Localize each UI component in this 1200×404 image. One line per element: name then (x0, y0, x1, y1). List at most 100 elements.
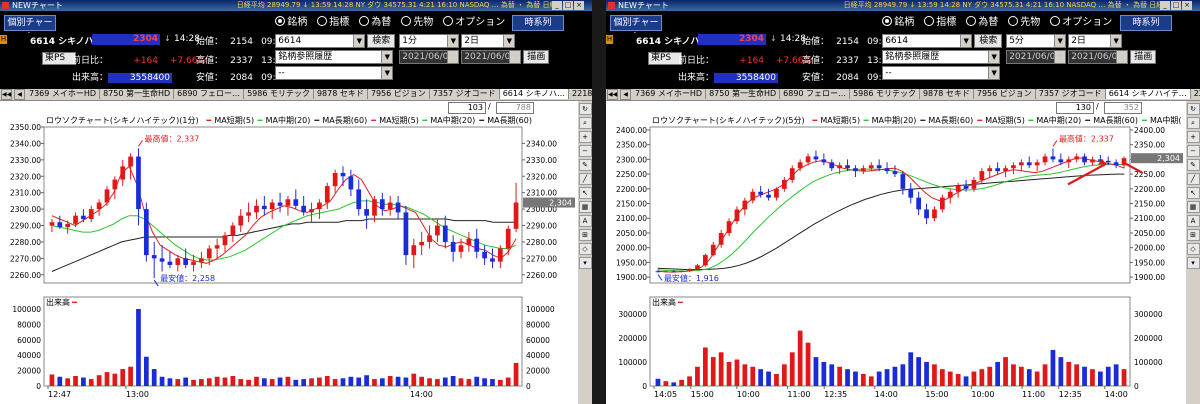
stock-tab-5[interactable]: 7956 ピジョン (974, 89, 1036, 99)
minimize-icon[interactable]: _ (1160, 1, 1170, 10)
scroll-down-icon[interactable]: ▾ (1186, 257, 1200, 269)
candlestick-chart[interactable]: ロウソクチャート(シキノハイテック)(1分) ━ MA短期(5) ━ MA中期(20) ━… (0, 113, 578, 404)
left-icon[interactable]: ◀ (14, 89, 25, 100)
date-from-combo[interactable]: 2021/06/01 ▼ (1006, 50, 1067, 64)
grid-icon[interactable]: ▦ (1186, 201, 1200, 213)
search-button[interactable]: 検索 (367, 34, 396, 48)
candlestick-chart[interactable]: ロウソクチャート(シキノハイテック)(5分) ━ MA短期(5) ━ MA中期(20) ━… (606, 113, 1186, 404)
pen-icon[interactable]: ✎ (1186, 159, 1200, 171)
zoom-in-icon[interactable]: + (1186, 131, 1200, 143)
candle-body (458, 245, 464, 252)
blank-combo[interactable]: -- ▼ (275, 66, 394, 80)
blank-combo[interactable]: -- ▼ (882, 66, 1001, 80)
date-from-combo[interactable]: 2021/06/01 ▼ (399, 50, 460, 64)
legend-marker-2: ━ (313, 116, 319, 125)
interval-combo[interactable]: 5分 ▼ (1006, 34, 1067, 48)
refresh-icon[interactable]: ↻ (1186, 103, 1200, 115)
radio-4[interactable]: オプション (1050, 16, 1112, 28)
line-icon[interactable]: ╱ (578, 173, 592, 185)
draw-button[interactable]: 描画 (523, 50, 550, 64)
timeseries-button[interactable]: 時系列 (1120, 15, 1172, 31)
stock-tab-8[interactable]: 2218 日糧パン (569, 89, 592, 99)
individual-chart-tab[interactable]: 個別チャート (4, 15, 56, 42)
span-combo[interactable]: 2日 ▼ (461, 34, 516, 48)
minimize-icon[interactable]: _ (552, 1, 562, 10)
chevron-down-icon: ▼ (503, 35, 515, 47)
radio-3[interactable]: 先物 (1008, 16, 1040, 28)
date-to-combo[interactable]: 2021/06/02 ▼ (461, 50, 522, 64)
stock-tab-3[interactable]: 5986 モリテック (850, 89, 920, 99)
stock-tab-1[interactable]: 8750 第一生命HD (100, 89, 175, 99)
radio-3[interactable]: 先物 (401, 16, 433, 28)
zoom-out-icon[interactable]: − (578, 145, 592, 157)
stock-tab-7[interactable]: 6614 シキノハ… (499, 89, 570, 99)
draw-button[interactable]: 描画 (1130, 50, 1157, 64)
radio-4[interactable]: オプション (443, 16, 505, 28)
history-combo[interactable]: 銘柄参照履歴 ▼ (882, 50, 1001, 64)
left-icon[interactable]: ◀ (620, 89, 631, 100)
span-combo[interactable]: 2日 ▼ (1068, 34, 1123, 48)
ruler-icon[interactable]: ⊞ (1186, 229, 1200, 241)
stock-tab-6[interactable]: 7357 ジオコード (1036, 89, 1106, 99)
search-button[interactable]: 検索 (974, 34, 1003, 48)
line-icon[interactable]: ╱ (1186, 173, 1200, 185)
stock-tab-5[interactable]: 7956 ピジョン (368, 89, 430, 99)
search-icon[interactable]: ⌕ (578, 117, 592, 129)
search-icon[interactable]: ⌕ (1186, 117, 1200, 129)
double-left-icon[interactable]: ◀◀ (607, 89, 618, 100)
grid-icon[interactable]: ▦ (578, 201, 592, 213)
candle-body (995, 168, 1001, 172)
stock-tab-2[interactable]: 6890 フェロー… (174, 89, 245, 99)
stock-tab-2[interactable]: 6890 フェロー… (780, 89, 851, 99)
stock-tab-0[interactable]: 7369 メイホーHD (632, 89, 707, 99)
zoom-out-icon[interactable]: − (1186, 145, 1200, 157)
stock-tab-1[interactable]: 8750 第一生命HD (706, 89, 781, 99)
scroll-down-icon[interactable]: ▾ (578, 257, 592, 269)
timeseries-button[interactable]: 時系列 (512, 15, 564, 31)
individual-chart-tab[interactable]: 個別チャート (610, 15, 662, 42)
window-titlebar[interactable]: NEWチャート 日経平均 28949.79 ↓ 13:59 14:28 NY ダウ… (0, 0, 592, 11)
vol-tick-right-1: 80000 (526, 320, 550, 329)
refresh-icon[interactable]: ↻ (578, 103, 592, 115)
volume-bar (797, 330, 803, 386)
stock-tab-4[interactable]: 9878 セキド (920, 89, 974, 99)
candle-body (513, 202, 519, 229)
maximize-icon[interactable]: □ (563, 1, 573, 10)
window-titlebar[interactable]: NEWチャート 日経平均 28949.79 ↓ 13:59 14:28 NY ダウ… (606, 0, 1200, 11)
interval-combo[interactable]: 1分 ▼ (399, 34, 460, 48)
ytick-label-left-9: 1950.00 (616, 258, 647, 267)
history-combo[interactable]: 銘柄参照履歴 ▼ (275, 50, 394, 64)
code-input[interactable]: 6614 ▼ (275, 34, 366, 48)
date-to-combo[interactable]: 2021/06/02 ▼ (1068, 50, 1129, 64)
text-icon[interactable]: A (1186, 215, 1200, 227)
cursor-icon[interactable]: ↖ (578, 187, 592, 199)
pen-icon[interactable]: ✎ (578, 159, 592, 171)
zoom-in-icon[interactable]: + (578, 131, 592, 143)
pointer-icon[interactable]: ◇ (578, 243, 592, 255)
volume-bar (348, 376, 354, 386)
text-icon[interactable]: A (578, 215, 592, 227)
radio-2[interactable]: 為替 (966, 16, 998, 28)
ytick-label-left-10: 1900.00 (616, 273, 647, 282)
radio-0[interactable]: 銘柄 (275, 16, 307, 28)
pointer-icon[interactable]: ◇ (1186, 243, 1200, 255)
stock-tab-3[interactable]: 5986 モリテック (244, 89, 314, 99)
legend-label-0: MA短期(5) (214, 115, 254, 125)
cursor-icon[interactable]: ↖ (1186, 187, 1200, 199)
volume-bar (73, 375, 78, 386)
radio-0[interactable]: 銘柄 (882, 16, 914, 28)
maximize-icon[interactable]: □ (1171, 1, 1181, 10)
stock-tab-7[interactable]: 6614 シキノハイテ… (1105, 89, 1191, 99)
stock-tab-8[interactable]: 2218 日糧パン (1191, 89, 1200, 99)
close-icon[interactable]: × (1182, 1, 1192, 10)
close-icon[interactable]: × (574, 1, 584, 10)
radio-1[interactable]: 指標 (317, 16, 349, 28)
stock-tab-6[interactable]: 7357 ジオコード (430, 89, 500, 99)
double-left-icon[interactable]: ◀◀ (1, 89, 12, 100)
radio-1[interactable]: 指標 (924, 16, 956, 28)
stock-tab-0[interactable]: 7369 メイホーHD (26, 89, 101, 99)
stock-tab-4[interactable]: 9878 セキド (314, 89, 368, 99)
code-input[interactable]: 6614 ▼ (882, 34, 973, 48)
radio-2[interactable]: 為替 (359, 16, 391, 28)
ruler-icon[interactable]: ⊞ (578, 229, 592, 241)
